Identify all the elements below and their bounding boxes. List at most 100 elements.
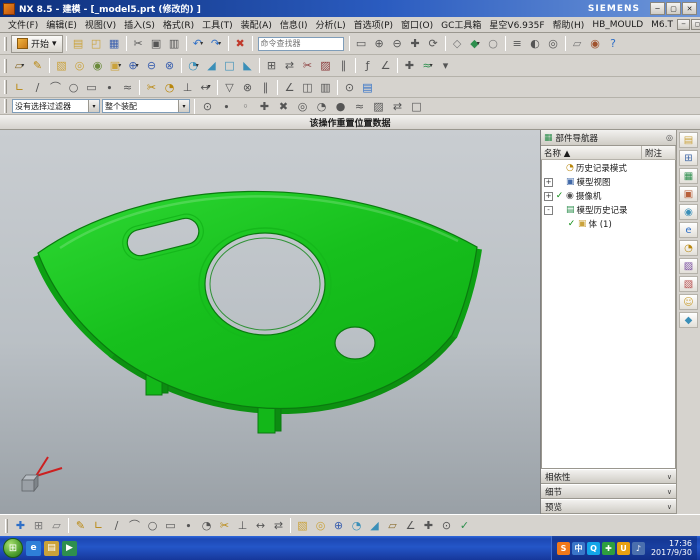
history-palette-icon[interactable]: ◔	[679, 240, 698, 256]
web-browser-icon[interactable]: e	[679, 222, 698, 238]
snap-point-icon[interactable]: ⊙	[438, 517, 455, 534]
unite-icon[interactable]: ⊕	[330, 517, 347, 534]
edge-blend-icon[interactable]: ◔	[348, 517, 365, 534]
work-plane-icon[interactable]: ▱	[569, 35, 586, 52]
menu-item-6[interactable]: 装配(A)	[237, 17, 276, 32]
menu-item-4[interactable]: 格式(R)	[159, 17, 198, 32]
chamfer-icon[interactable]: ◢	[203, 57, 220, 74]
assembly-navigator-icon[interactable]: ▤	[679, 132, 698, 148]
circle-icon[interactable]: ○	[65, 79, 82, 96]
toolbar-grip[interactable]	[4, 80, 7, 94]
selection-scope-dropdown[interactable]: 整个装配 ▾	[102, 99, 190, 113]
object-display-icon[interactable]: ◎	[545, 35, 562, 52]
menu-item-13[interactable]: 帮助(H)	[549, 17, 589, 32]
quick-trim-icon[interactable]: ✂	[143, 79, 160, 96]
pin-icon[interactable]: ◎	[666, 133, 673, 142]
quadrant-point-icon[interactable]: ◔	[313, 98, 330, 115]
circle-icon[interactable]: ○	[144, 517, 161, 534]
expression-icon[interactable]: ƒ	[359, 57, 376, 74]
unite-icon[interactable]: ⊕▾	[125, 57, 142, 74]
process-studio-icon[interactable]: ▨	[679, 258, 698, 274]
taskbar-clock[interactable]: 17:36 2017/9/30	[647, 539, 692, 557]
update-alert-icon[interactable]: U	[617, 542, 630, 555]
section-view-icon[interactable]: ◫	[299, 79, 316, 96]
delete-icon[interactable]: ✖	[232, 35, 249, 52]
menu-item-5[interactable]: 工具(T)	[198, 17, 237, 32]
my-computer-icon[interactable]: ▤	[44, 541, 59, 556]
sketch-icon[interactable]: ✎	[72, 517, 89, 534]
constraint-icon[interactable]: ⊥	[234, 517, 251, 534]
existing-point-icon[interactable]: ●	[332, 98, 349, 115]
roles-icon[interactable]: ☺	[679, 294, 698, 310]
move-object-icon[interactable]: ✚	[401, 57, 418, 74]
redo-icon[interactable]: ↷▾	[208, 35, 225, 52]
chamfer-icon[interactable]: ◢	[366, 517, 383, 534]
screen-position-icon[interactable]: □	[408, 98, 425, 115]
edit-section-icon[interactable]: ▥	[317, 79, 334, 96]
offset-curve-icon[interactable]: ∥	[257, 79, 274, 96]
block-icon[interactable]: ▣▾	[107, 57, 124, 74]
internet-explorer-icon[interactable]: e	[26, 541, 41, 556]
doc-minimize-button[interactable]: ─	[677, 19, 690, 30]
qq-icon[interactable]: Q	[587, 542, 600, 555]
project-curve-icon[interactable]: ▽	[221, 79, 238, 96]
class-selection-icon[interactable]: ⊙	[341, 79, 358, 96]
finish-icon[interactable]: ✓	[456, 517, 473, 534]
shell-icon[interactable]: □	[221, 57, 238, 74]
tree-expander[interactable]: +	[544, 192, 553, 201]
new-icon[interactable]: ▤	[70, 35, 87, 52]
reuse-library-icon[interactable]: ▣	[679, 186, 698, 202]
edge-blend-icon[interactable]: ◔▾	[185, 57, 202, 74]
paste-icon[interactable]: ▥	[166, 35, 183, 52]
close-button[interactable]: ✕	[682, 2, 697, 15]
navigator-section-0[interactable]: 相依性∨	[541, 469, 676, 484]
snapshot-icon[interactable]: ◉	[587, 35, 604, 52]
open-icon[interactable]: ◰	[88, 35, 105, 52]
information-icon[interactable]: ▤	[359, 79, 376, 96]
undo-icon[interactable]: ↶▾	[190, 35, 207, 52]
toolbar-grip[interactable]	[5, 519, 8, 533]
doc-restore-button[interactable]: ▢	[691, 19, 700, 30]
move-object-icon[interactable]: ✚	[420, 517, 437, 534]
split-body-icon[interactable]: ▨	[317, 57, 334, 74]
tree-item[interactable]: ✓▣体 (1)	[542, 217, 675, 231]
offset-surface-icon[interactable]: ∥	[335, 57, 352, 74]
minimize-button[interactable]: ─	[650, 2, 665, 15]
measure-angle-icon[interactable]: ∠	[281, 79, 298, 96]
profile-icon[interactable]: ∟	[90, 517, 107, 534]
studio-spline-icon[interactable]: ≈	[119, 79, 136, 96]
fillet-icon[interactable]: ◔	[198, 517, 215, 534]
menu-item-3[interactable]: 插入(S)	[120, 17, 159, 32]
line-icon[interactable]: ∕	[29, 79, 46, 96]
dimension-icon[interactable]: ↔▾	[197, 79, 214, 96]
control-point-icon[interactable]: ✚	[256, 98, 273, 115]
rectangle-icon[interactable]: ▭	[162, 517, 179, 534]
manufacturing-wizard-icon[interactable]: ▧	[679, 276, 698, 292]
tree-item[interactable]: -▤模型历史记录	[542, 203, 675, 217]
fit-view-icon[interactable]: ▭	[353, 35, 370, 52]
menu-item-12[interactable]: 星空V6.935F	[485, 17, 548, 32]
datum-csys-icon[interactable]: ✚	[12, 517, 29, 534]
part-model-canvas[interactable]	[0, 130, 541, 514]
constraint-navigator-icon[interactable]: ⊞	[679, 150, 698, 166]
pan-icon[interactable]: ✚	[407, 35, 424, 52]
hd3d-tools-icon[interactable]: ◉	[679, 204, 698, 220]
tree-item[interactable]: ◔历史记录模式	[542, 161, 675, 175]
arc-center-icon[interactable]: ◎	[294, 98, 311, 115]
point-on-curve-icon[interactable]: ≈	[351, 98, 368, 115]
toolbar-grip[interactable]	[4, 37, 7, 51]
visibility-checkbox[interactable]: ✓	[555, 191, 564, 201]
menu-item-11[interactable]: GC工具箱	[437, 17, 485, 32]
zoom-in-icon[interactable]: ⊕	[371, 35, 388, 52]
sogou-input-icon[interactable]: S	[557, 542, 570, 555]
show-hide-icon[interactable]: ◐	[527, 35, 544, 52]
part-navigator-icon[interactable]: ▦	[679, 168, 698, 184]
toolbar-grip[interactable]	[4, 59, 7, 73]
intersection-point-icon[interactable]: ✖	[275, 98, 292, 115]
system-materials-icon[interactable]: ◆	[679, 312, 698, 328]
navigator-section-1[interactable]: 细节∨	[541, 484, 676, 499]
menu-item-15[interactable]: M6.T	[647, 19, 677, 31]
3d-viewport[interactable]	[0, 130, 541, 514]
measure-distance-icon[interactable]: ∠	[377, 57, 394, 74]
sketch-fillet-icon[interactable]: ◔	[161, 79, 178, 96]
